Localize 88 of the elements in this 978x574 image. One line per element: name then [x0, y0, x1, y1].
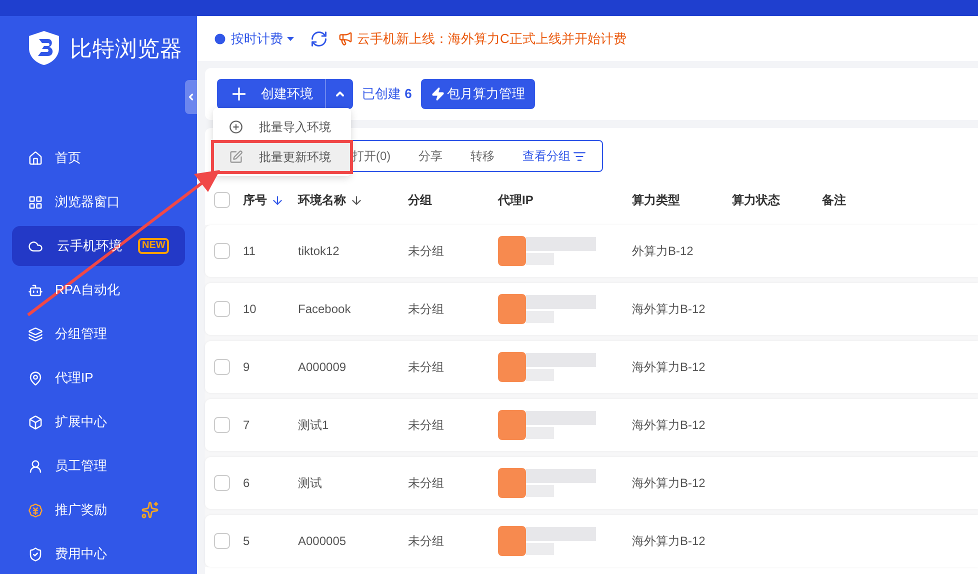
- column-header: 备注: [822, 192, 846, 209]
- checkbox[interactable]: [214, 192, 230, 208]
- column-header: 环境名称: [298, 191, 363, 209]
- robot-icon: [28, 282, 43, 298]
- checkbox[interactable]: [214, 359, 230, 375]
- column-header: 序号: [243, 191, 284, 209]
- table-cell: 海外算力B-12: [632, 360, 706, 374]
- table-cell: 未分组: [408, 302, 444, 316]
- dropdown-item[interactable]: 批量导入环境: [213, 112, 351, 142]
- view-groups-button[interactable]: 查看分组: [522, 147, 586, 165]
- table-cell: Facebook: [298, 302, 351, 316]
- megaphone-icon: [338, 31, 353, 46]
- table-cell: 海外算力B-12: [632, 534, 706, 548]
- checkbox[interactable]: [214, 533, 230, 549]
- sidebar-item[interactable]: 费用中心: [12, 534, 185, 574]
- table-row[interactable]: 6 测试 未分组 海外算力B-12: [205, 457, 978, 509]
- plus-circle-icon: [229, 120, 243, 134]
- column-header: 分组: [408, 192, 432, 209]
- table-cell: 9: [243, 360, 250, 374]
- table-cell: 7: [243, 418, 250, 432]
- billing-dropdown[interactable]: 按时计费: [213, 28, 294, 48]
- cloud-icon: [28, 238, 43, 254]
- brand-name: 比特浏览器: [70, 34, 183, 62]
- toolbar-button[interactable]: 转移: [470, 147, 495, 165]
- collapse-tab[interactable]: [185, 80, 197, 114]
- sidebar-item[interactable]: 扩展中心: [12, 402, 185, 442]
- shield-logo-icon: [26, 29, 62, 67]
- table-cell: 10: [243, 302, 256, 316]
- table-row[interactable]: 9 A000009 未分组 海外算力B-12: [205, 341, 978, 393]
- table-row[interactable]: 7 测试1 未分组 海外算力B-12: [205, 399, 978, 451]
- table-cell: 6: [243, 476, 250, 490]
- sidebar-item[interactable]: 分组管理: [12, 314, 185, 354]
- table-cell: 测试: [298, 476, 322, 490]
- monthly-compute-button[interactable]: 包月算力管理: [420, 79, 535, 109]
- created-count: 已创建 6: [362, 85, 412, 104]
- table-cell: 海外算力B-12: [632, 302, 706, 316]
- location-pin-icon: [28, 370, 43, 386]
- dropdown-toggle[interactable]: [325, 79, 353, 109]
- refresh-icon[interactable]: [310, 30, 328, 48]
- table-cell: 未分组: [408, 418, 444, 432]
- new-badge: NEW: [138, 238, 170, 254]
- layers-icon: [28, 326, 43, 342]
- dropdown-item[interactable]: 批量更新环境: [213, 142, 351, 172]
- table-cell: A000009: [298, 360, 346, 374]
- table-cell: 海外算力B-12: [632, 418, 706, 432]
- grid-icon: [28, 194, 43, 210]
- sparkle-icon: [141, 501, 159, 519]
- house-icon: [28, 150, 43, 166]
- create-environment-button[interactable]: 创建环境: [217, 79, 325, 109]
- table-cell: tiktok12: [298, 244, 340, 258]
- table-cell: 未分组: [408, 360, 444, 374]
- chevron-left-icon: [186, 92, 196, 102]
- checkbox[interactable]: [214, 417, 230, 433]
- column-header: 算力类型: [632, 192, 680, 209]
- column-header: 代理IP: [498, 192, 534, 209]
- checkbox[interactable]: [214, 301, 230, 317]
- table-row[interactable]: 5 A000005 未分组 海外算力B-12: [205, 515, 978, 567]
- checkbox[interactable]: [214, 243, 230, 259]
- table-cell: 海外算力B-12: [632, 476, 706, 490]
- table-cell: 未分组: [408, 534, 444, 548]
- toolbar-button[interactable]: 分享: [418, 147, 443, 165]
- caret-icon: [287, 36, 294, 40]
- filter-lines-icon: [572, 150, 586, 162]
- shield-icon: [28, 546, 43, 562]
- sort-arrow-icon[interactable]: [350, 194, 363, 206]
- table-cell: 11: [243, 244, 256, 258]
- table-row[interactable]: 11 tiktok12 未分组 外算力B-12: [205, 225, 978, 277]
- lightning-icon: [430, 87, 445, 101]
- person-icon: [28, 458, 43, 474]
- table-cell: 未分组: [408, 476, 444, 490]
- sort-arrow-icon[interactable]: [271, 194, 284, 206]
- sidebar-item[interactable]: 浏览器窗口: [12, 182, 185, 222]
- table-cell: 测试1: [298, 418, 329, 432]
- table-row[interactable]: 10 Facebook 未分组 海外算力B-12: [205, 283, 978, 335]
- sidebar-item[interactable]: 首页: [12, 138, 185, 178]
- table-cell: 5: [243, 534, 250, 548]
- table-cell: 未分组: [408, 244, 444, 258]
- coin-icon: [28, 502, 43, 518]
- checkbox[interactable]: [214, 475, 230, 491]
- sidebar-item[interactable]: 员工管理: [12, 446, 185, 486]
- cube-icon: [28, 414, 43, 430]
- sidebar-item[interactable]: 代理IP: [12, 358, 185, 398]
- table-cell: 外算力B-12: [632, 244, 694, 258]
- notice-text: 云手机新上线：海外算力C正式上线并开始计费: [357, 30, 626, 48]
- table-cell: A000005: [298, 534, 346, 548]
- edit-icon: [229, 150, 243, 164]
- column-header: 算力状态: [732, 192, 780, 209]
- sidebar-item[interactable]: 推广奖励: [12, 490, 185, 530]
